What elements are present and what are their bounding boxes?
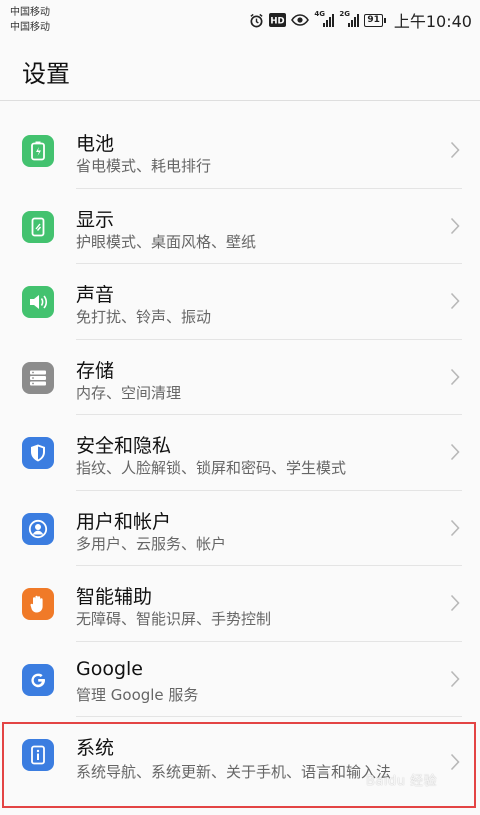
status-bar: 中国移动 中国移动 HD 4G 2G 91 上午10:40 bbox=[0, 0, 480, 40]
svg-text:HD: HD bbox=[271, 17, 285, 27]
hand-icon bbox=[22, 588, 54, 620]
highlight-box bbox=[2, 722, 476, 808]
chevron-right-icon bbox=[450, 670, 460, 687]
item-title: 显示 bbox=[76, 208, 115, 231]
item-subtitle: 指纹、人脸解锁、锁屏和密码、学生模式 bbox=[76, 459, 347, 477]
settings-item-google[interactable]: Google 管理 Google 服务 bbox=[0, 642, 480, 717]
signal-2g-icon: 2G bbox=[339, 10, 360, 27]
item-title: 安全和隐私 bbox=[76, 435, 172, 457]
alarm-icon bbox=[249, 13, 264, 28]
chevron-right-icon bbox=[450, 368, 460, 385]
storage-icon bbox=[22, 361, 54, 394]
item-title: 用户和帐户 bbox=[76, 510, 172, 533]
carrier-1: 中国移动 bbox=[10, 7, 50, 18]
settings-list: 电池 省电模式、耗电排行 显示 护眼模式、桌面风格、壁纸 声音 免打扰、铃声、振… bbox=[0, 113, 480, 807]
user-icon bbox=[22, 512, 54, 545]
item-subtitle: 无障碍、智能识屏、手势控制 bbox=[76, 610, 272, 628]
speaker-icon bbox=[22, 286, 54, 318]
item-subtitle: 护眼模式、桌面风格、壁纸 bbox=[76, 232, 257, 251]
settings-item-battery[interactable]: 电池 省电模式、耗电排行 bbox=[0, 113, 480, 189]
battery-level: 91 bbox=[364, 13, 383, 27]
chevron-right-icon bbox=[450, 594, 460, 612]
chevron-right-icon bbox=[450, 292, 460, 310]
display-icon bbox=[22, 210, 54, 243]
chevron-right-icon bbox=[450, 217, 460, 234]
item-subtitle: 省电模式、耗电排行 bbox=[76, 157, 212, 175]
battery-icon bbox=[22, 135, 54, 167]
hd-icon: HD bbox=[269, 13, 287, 27]
settings-item-accounts[interactable]: 用户和帐户 多用户、云服务、帐户 bbox=[0, 491, 480, 566]
settings-item-storage[interactable]: 存储 内存、空间清理 bbox=[0, 340, 480, 415]
settings-item-security[interactable]: 安全和隐私 指纹、人脸解锁、锁屏和密码、学生模式 bbox=[0, 415, 480, 491]
page-title: 设置 bbox=[22, 60, 70, 88]
clock: 上午10:40 bbox=[393, 12, 472, 31]
settings-item-sound[interactable]: 声音 免打扰、铃声、振动 bbox=[0, 264, 480, 340]
item-title: 智能辅助 bbox=[76, 586, 153, 608]
title-divider bbox=[0, 100, 480, 101]
item-title: 声音 bbox=[76, 284, 115, 306]
item-subtitle: 内存、空间清理 bbox=[76, 383, 182, 402]
google-icon bbox=[22, 663, 54, 696]
settings-item-assist[interactable]: 智能辅助 无障碍、智能识屏、手势控制 bbox=[0, 566, 480, 642]
chevron-right-icon bbox=[450, 519, 460, 536]
status-icons: HD 4G 2G 91 上午10:40 bbox=[249, 9, 472, 31]
item-title: 存储 bbox=[76, 359, 115, 382]
chevron-right-icon bbox=[450, 443, 460, 461]
eye-icon bbox=[291, 13, 310, 27]
item-title: Google bbox=[76, 657, 144, 680]
watermark: Baidu 经验 bbox=[366, 774, 438, 789]
item-subtitle: 管理 Google 服务 bbox=[76, 685, 199, 704]
chevron-right-icon bbox=[450, 141, 460, 159]
carrier-2: 中国移动 bbox=[10, 22, 50, 33]
signal-4g-icon: 4G bbox=[314, 10, 335, 27]
item-subtitle: 多用户、云服务、帐户 bbox=[76, 534, 227, 553]
battery-icon: 91 bbox=[364, 13, 386, 27]
shield-icon bbox=[22, 437, 54, 469]
item-title: 电池 bbox=[76, 133, 115, 155]
item-subtitle: 免打扰、铃声、振动 bbox=[76, 308, 212, 326]
settings-item-display[interactable]: 显示 护眼模式、桌面风格、壁纸 bbox=[0, 189, 480, 264]
